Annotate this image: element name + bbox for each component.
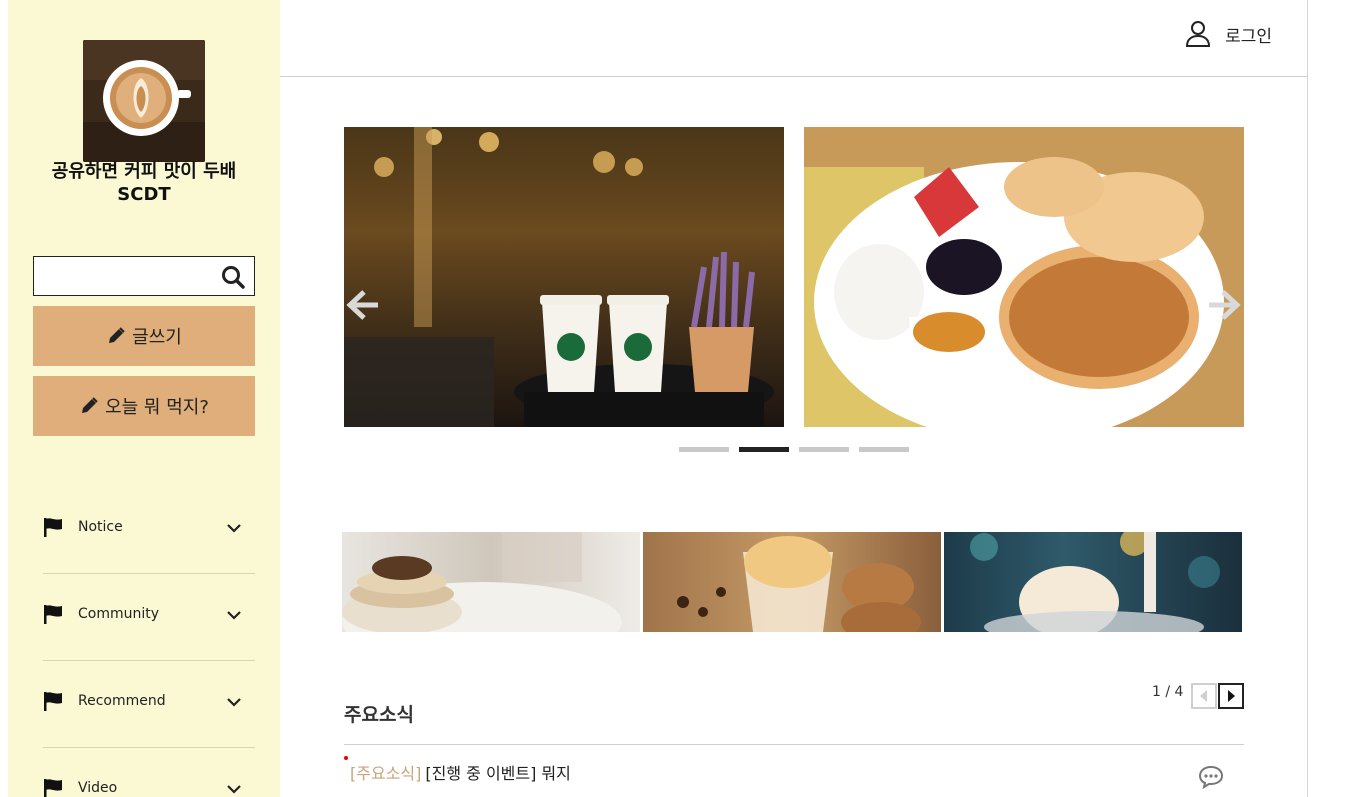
login-label: 로그인 [1225, 26, 1272, 47]
caret-right-icon [1228, 690, 1235, 702]
comment-icon[interactable] [1198, 765, 1224, 789]
what-to-eat-button[interactable]: 오늘 뭐 먹지? [33, 376, 255, 436]
search-input[interactable] [40, 258, 220, 294]
caret-left-icon [1200, 690, 1207, 702]
slide-coffee-cafe[interactable] [344, 127, 784, 427]
slider-dot[interactable] [859, 447, 909, 452]
thumbnail-pancake-stack[interactable] [342, 532, 640, 632]
top-header: 로그인 [280, 0, 1308, 77]
site-title-sub: SCDT [117, 184, 171, 205]
search-box [33, 256, 255, 296]
slider-dot-active[interactable] [739, 447, 789, 452]
slider-indicators [679, 447, 909, 452]
slide-pancakes[interactable] [804, 127, 1244, 427]
slider-dot[interactable] [679, 447, 729, 452]
news-pager-count: 1 / 4 [1152, 684, 1184, 700]
news-divider [344, 744, 1244, 745]
sidebar-item-label: Community [78, 606, 160, 622]
flag-icon [44, 779, 62, 797]
sidebar: 공유하면 커피 맛이 두배 SCDT 글쓰기 오늘 뭐 먹지? Notice C… [8, 0, 280, 797]
flag-icon [44, 605, 62, 624]
news-prev-button[interactable] [1191, 683, 1217, 709]
sidebar-item-label: Recommend [78, 693, 166, 709]
slider-next-arrow-icon[interactable] [1207, 286, 1245, 324]
list-item[interactable]: [주요소식] [진행 중 이벤트] 뭐지 [344, 756, 571, 784]
news-next-button[interactable] [1218, 683, 1244, 709]
chevron-down-icon[interactable] [227, 610, 241, 620]
sidebar-item-label: Video [78, 780, 118, 796]
thumbnail-ice-cream-cookies[interactable] [643, 532, 941, 632]
site-title: 공유하면 커피 맛이 두배 SCDT [8, 160, 280, 206]
sidebar-item-video[interactable]: Video [43, 748, 255, 797]
write-button[interactable]: 글쓰기 [33, 306, 255, 366]
news-item-category: [주요소식] [350, 764, 422, 783]
site-logo[interactable] [83, 40, 205, 162]
news-item-title[interactable]: [진행 중 이벤트] 뭐지 [425, 760, 571, 784]
pencil-icon [82, 397, 98, 413]
pencil-icon [109, 327, 125, 343]
site-title-main: 공유하면 커피 맛이 두배 [51, 161, 237, 182]
new-marker [344, 756, 348, 760]
chevron-down-icon[interactable] [227, 784, 241, 794]
login-button[interactable]: 로그인 [1185, 20, 1272, 48]
sidebar-item-recommend[interactable]: Recommend [43, 661, 255, 748]
sidebar-item-notice[interactable]: Notice [43, 487, 255, 574]
news-section-title: 주요소식 [344, 704, 414, 726]
sidebar-nav: Notice Community Recommend Video [43, 487, 255, 797]
chevron-down-icon[interactable] [227, 523, 241, 533]
write-button-label: 글쓰기 [132, 327, 182, 348]
slider-prev-arrow-icon[interactable] [342, 286, 380, 324]
slider-dot[interactable] [799, 447, 849, 452]
what-to-eat-button-label: 오늘 뭐 먹지? [105, 397, 209, 418]
flag-icon [44, 518, 62, 537]
thumbnail-affogato[interactable] [944, 532, 1242, 632]
chevron-down-icon[interactable] [227, 697, 241, 707]
flag-icon [44, 692, 62, 711]
user-icon [1186, 21, 1211, 47]
search-icon[interactable] [220, 264, 246, 290]
sidebar-item-label: Notice [78, 519, 123, 535]
sidebar-item-community[interactable]: Community [43, 574, 255, 661]
content-right-border [1307, 0, 1308, 797]
